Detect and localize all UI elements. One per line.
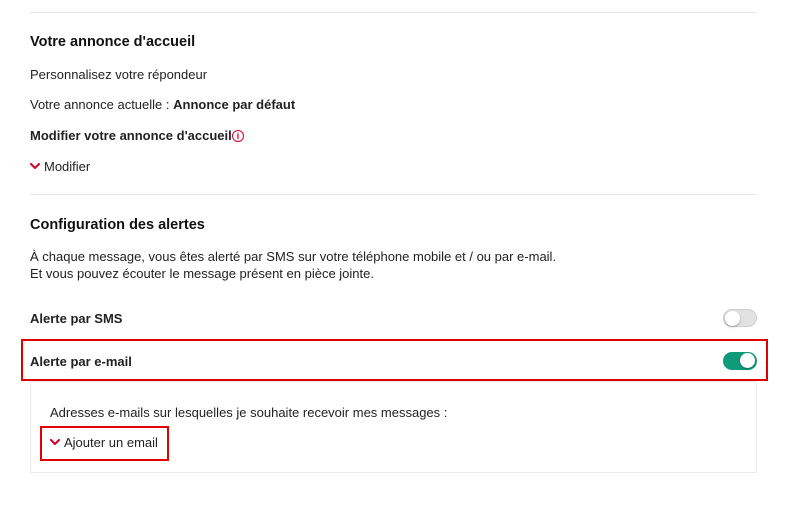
email-alert-toggle[interactable] xyxy=(723,352,757,370)
modify-greeting-heading: Modifier votre annonce d'accueil xyxy=(30,128,232,143)
greeting-heading: Votre annonce d'accueil xyxy=(30,34,196,50)
current-announcement: Votre annonce actuelle : Annonce par déf… xyxy=(30,97,295,112)
sms-alert-toggle[interactable] xyxy=(723,309,757,327)
greeting-subtitle: Personnalisez votre répondeur xyxy=(30,67,208,82)
modify-link[interactable]: Modifier xyxy=(44,159,90,174)
top-divider xyxy=(30,12,757,13)
chevron-down-icon[interactable] xyxy=(30,163,40,170)
sms-alert-label: Alerte par SMS xyxy=(30,311,123,326)
add-email-link[interactable]: Ajouter un email xyxy=(64,435,158,450)
current-announcement-value: Annonce par défaut xyxy=(173,97,296,112)
chevron-down-icon[interactable] xyxy=(50,439,60,446)
email-addresses-label: Adresses e-mails sur lesquelles je souha… xyxy=(50,405,448,420)
alerts-description-line2: Et vous pouvez écouter le message présen… xyxy=(30,266,374,281)
email-alert-highlight xyxy=(21,339,768,381)
current-announcement-label: Votre annonce actuelle : xyxy=(30,97,174,112)
alerts-heading: Configuration des alertes xyxy=(30,217,205,233)
toggle-knob xyxy=(740,353,755,368)
section-divider xyxy=(30,194,757,195)
alerts-description-line1: À chaque message, vous êtes alerté par S… xyxy=(30,249,557,264)
toggle-knob xyxy=(725,311,740,326)
info-icon[interactable]: i xyxy=(232,130,244,142)
email-alert-label: Alerte par e-mail xyxy=(30,354,132,369)
